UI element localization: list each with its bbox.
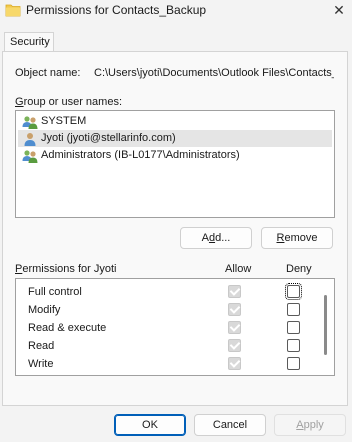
permission-row-read-execute: Read & execute [16,319,316,337]
permission-name: Read & execute [28,322,107,334]
allow-checkbox [228,339,241,352]
allow-checkbox [228,375,241,376]
close-button[interactable]: ✕ [328,0,350,20]
allow-checkbox [228,303,241,316]
deny-checkbox[interactable] [285,283,302,300]
ok-button[interactable]: OK [114,414,186,436]
deny-checkbox[interactable] [287,321,300,334]
allow-checkbox [228,357,241,370]
deny-checkbox[interactable] [287,375,300,376]
tab-security[interactable]: Security [4,32,54,52]
allow-checkbox [228,321,241,334]
users-group-icon [22,150,38,163]
permission-name: Write [28,358,54,370]
user-icon [24,133,36,146]
list-item-administrators[interactable]: Administrators (IB-L0177\Administrators) [18,147,332,164]
list-item-label: Administrators (IB-L0177\Administrators) [41,149,240,161]
permission-row-modify: Modify [16,301,316,319]
list-item-label: Jyoti (jyoti@stellarinfo.com) [41,132,176,144]
users-group-icon [22,116,38,129]
list-item-label: SYSTEM [41,115,87,127]
group-label-accel: G [15,96,24,108]
list-item-system[interactable]: SYSTEM [18,113,332,130]
add-button-suffix: d... [215,232,231,244]
permission-row-write: Write [16,355,316,373]
allow-checkbox [228,285,241,298]
permission-name: Modify [28,304,61,316]
object-name-label: Object name: [15,67,81,79]
remove-button-suffix: emove [284,232,318,244]
cancel-button[interactable]: Cancel [194,414,266,436]
permissions-scrollbar-thumb[interactable] [324,295,327,355]
allow-column-header: Allow [225,263,252,275]
deny-column-header: Deny [286,263,312,275]
deny-checkbox[interactable] [287,303,300,316]
group-label-rest: roup or user names: [23,96,122,108]
apply-button-suffix: pply [303,419,324,431]
permission-name: Full control [28,286,82,298]
permission-name: Read [28,340,55,352]
permissions-label: Permissions for Jyoti [15,262,116,276]
add-button-prefix: A [201,232,209,244]
deny-checkbox[interactable] [287,339,300,352]
window-title: Permissions for Contacts_Backup [26,3,207,17]
permissions-label-rest: ermissions for Jyoti [22,263,117,275]
group-list-label: Group or user names: [15,95,122,109]
permission-row-partial [16,373,316,376]
deny-checkbox[interactable] [287,357,300,370]
object-name-value: C:\Users\jyoti\Documents\Outlook Files\C… [94,67,334,79]
apply-button-accel: A [296,419,304,431]
permissions-list[interactable]: Full control Modify Read & execute Read … [15,278,335,376]
apply-button[interactable]: Apply [274,414,346,436]
permission-row-full-control: Full control [16,283,316,301]
add-button[interactable]: Add... [180,227,252,249]
remove-button[interactable]: Remove [261,227,333,249]
list-item-jyoti[interactable]: Jyoti (jyoti@stellarinfo.com) [18,130,332,147]
title-bar: Permissions for Contacts_Backup ✕ [0,0,352,22]
group-user-list[interactable]: SYSTEM Jyoti (jyoti@stellarinfo.com) Adm… [15,110,335,218]
permission-row-read: Read [16,337,316,355]
folder-icon [5,4,21,17]
